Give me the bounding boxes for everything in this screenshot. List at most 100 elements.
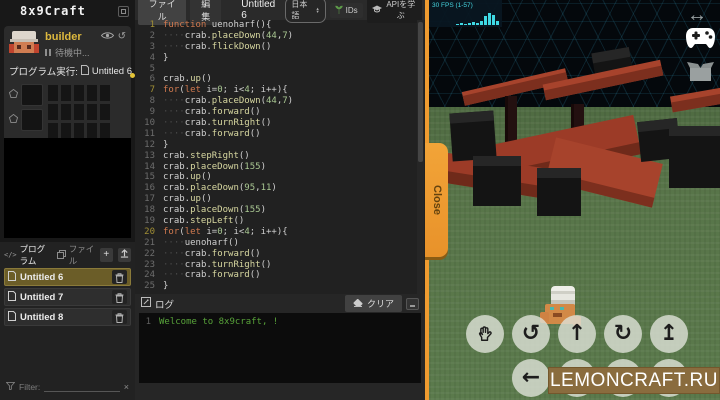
helmet-slot-icon	[8, 88, 19, 101]
delete-program-button[interactable]	[112, 310, 127, 324]
fps-label: 30 FPS (1-57)	[432, 2, 473, 9]
inventory-slot[interactable]	[73, 84, 85, 102]
voxel-block	[449, 110, 497, 162]
control-rotate-left-button[interactable]: ↺	[512, 315, 550, 353]
programs-panel: </> プログラム ファイル + Untitled 6 Untitled 7 Unt…	[0, 242, 135, 400]
program-list-item[interactable]: Untitled 8	[4, 308, 131, 326]
code-line: 1 function uenoharf(){	[149, 20, 272, 30]
program-list-item[interactable]: Untitled 7	[4, 288, 131, 306]
robot-viewport[interactable]	[4, 138, 131, 238]
code-line: 13 crab.stepRight()	[144, 150, 250, 161]
code-line: 23 ····crab.turnRight()	[144, 259, 272, 270]
inventory-slot[interactable]	[47, 84, 59, 102]
control-rotate-right-button[interactable]: ↻	[604, 315, 642, 353]
code-line: 3 ····crab.flickDown()	[149, 41, 272, 52]
code-line: 2 ····crab.placeDown(44,7)	[149, 30, 294, 41]
code-line: 14 crab.placeDown(155)	[144, 161, 266, 172]
log-icon	[141, 297, 151, 310]
robot-avatar	[9, 31, 39, 58]
editor-menubar: ファイル 編集 Untitled 6 日本語 ▲ ▼ IDs APIを学ぶ	[135, 0, 425, 25]
resize-horizontal-icon[interactable]: ↔	[687, 4, 707, 27]
panel-toggle-icon[interactable]	[118, 5, 129, 17]
ids-button[interactable]: IDs	[329, 2, 363, 18]
run-label: プログラム実行:	[9, 67, 78, 78]
code-line: 18 crab.placeDown(155)	[144, 205, 266, 216]
tab-files[interactable]: ファイル	[56, 243, 95, 267]
robot-panel: builder ↺ 待機中... プログラム実行: Untitled 6	[4, 26, 148, 140]
log-panel: ログ クリア 1 Welcome to 8x9craft, !	[135, 294, 425, 400]
equip-slot[interactable]	[21, 84, 43, 106]
delete-program-button[interactable]	[112, 270, 127, 284]
equip-slot[interactable]	[21, 109, 43, 131]
code-line: 20 for(let i=0; i<4; i++){	[144, 226, 288, 237]
run-target: Untitled 6	[91, 65, 132, 77]
visibility-icon[interactable]	[100, 31, 114, 43]
log-body: 1 Welcome to 8x9craft, !	[139, 313, 421, 383]
tab-programs[interactable]: </> プログラム	[4, 243, 52, 267]
code-line: 17 crab.up()	[144, 194, 212, 205]
app-window: 8x9Craft builder ↺ 待機中... プログラム実行: Untit…	[0, 0, 720, 400]
sprout-icon	[334, 5, 343, 16]
code-line: 9 ····crab.forward()	[149, 107, 261, 118]
game-viewport[interactable]: 30 FPS (1-57) ↔ ↺↑↻↥ ←↓→↧ LEMONCRAFT.RU	[429, 0, 720, 400]
control-grab-hand-button[interactable]	[466, 315, 504, 353]
control-forward-button[interactable]: ↑	[558, 315, 596, 353]
eraser-icon	[353, 298, 363, 309]
inventory-slot[interactable]	[86, 84, 98, 102]
program-list-item[interactable]: Untitled 6	[4, 268, 131, 286]
clear-filter-icon[interactable]: ×	[124, 382, 129, 392]
inventory-slot[interactable]	[86, 103, 98, 121]
control-up-button[interactable]: ↥	[650, 315, 688, 353]
code-line: 10 ····crab.turnRight()	[144, 118, 272, 129]
inventory-slot[interactable]	[99, 84, 111, 102]
clear-log-button[interactable]: クリア	[344, 295, 402, 312]
code-line: 4}	[149, 52, 169, 63]
app-logo: 8x9Craft	[20, 4, 86, 18]
inventory-slot[interactable]	[60, 84, 72, 102]
select-arrows-icon: ▲ ▼	[315, 6, 320, 14]
close-panel-button[interactable]: Close	[425, 143, 448, 257]
code-line: 7 for(let i=0; i<4; i++){	[149, 85, 288, 96]
document-title: Untitled 6	[241, 0, 276, 21]
code-line: 6 crab.up()	[149, 74, 212, 85]
robot-status: 待機中...	[55, 48, 90, 58]
document-icon	[80, 64, 89, 78]
inventory-slot[interactable]	[99, 103, 111, 121]
pause-icon	[45, 49, 51, 56]
inventory-slot[interactable]	[73, 103, 85, 121]
code-lines: 1 function uenoharf(){2 ····crab.placeDown…	[135, 20, 425, 292]
code-line: 16 crab.placeDown(95,11)	[144, 183, 277, 194]
voxel-block	[473, 156, 521, 206]
respawn-icon[interactable]: ↺	[118, 32, 126, 42]
program-name: Untitled 7	[20, 291, 64, 303]
delete-program-button[interactable]	[112, 290, 127, 304]
editor-scrollbar[interactable]	[417, 20, 424, 294]
control-step-left-button[interactable]: ←	[512, 359, 550, 397]
inventory-box-icon[interactable]	[687, 58, 714, 87]
document-icon	[8, 270, 16, 284]
document-icon	[8, 310, 16, 324]
code-editor[interactable]: 1 function uenoharf(){2 ····crab.placeDown…	[135, 20, 425, 294]
code-line: 11 ····crab.forward()	[144, 128, 261, 139]
graduation-cap-icon	[371, 5, 382, 15]
code-line: 15 crab.up()	[144, 172, 212, 183]
upload-program-button[interactable]	[117, 248, 132, 262]
add-program-button[interactable]: +	[99, 248, 113, 262]
filter-input[interactable]	[44, 382, 120, 392]
gamepad-icon[interactable]	[685, 26, 716, 55]
sidebar: 8x9Craft builder ↺ 待機中... プログラム実行: Untit…	[0, 0, 148, 400]
filter-icon	[5, 382, 16, 392]
code-line: 8 ····crab.placeDown(44,7)	[149, 96, 294, 107]
watermark-banner: LEMONCRAFT.RU	[548, 367, 720, 394]
editor: ファイル 編集 Untitled 6 日本語 ▲ ▼ IDs APIを学ぶ 1 fu…	[135, 0, 425, 400]
collapse-log-button[interactable]	[406, 297, 419, 310]
code-line: 12}	[144, 139, 169, 150]
inventory-slot[interactable]	[47, 103, 59, 121]
inventory	[8, 84, 126, 140]
code-icon: </>	[4, 251, 17, 259]
program-name: Untitled 8	[20, 311, 64, 323]
helmet-slot-icon	[8, 113, 19, 126]
inventory-slot[interactable]	[60, 103, 72, 121]
code-line: 25}	[144, 281, 169, 292]
program-name: Untitled 6	[20, 271, 64, 283]
